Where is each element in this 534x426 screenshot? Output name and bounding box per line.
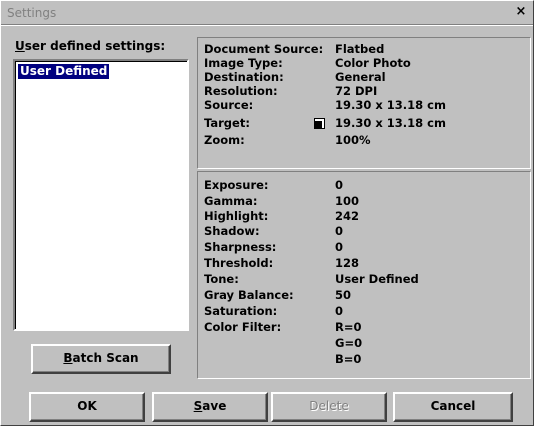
save-button-text: ave <box>202 399 227 413</box>
threshold-value: 128 <box>335 256 360 270</box>
exposure-value: 0 <box>335 178 344 192</box>
user-settings-list[interactable]: User Defined <box>13 59 189 331</box>
title-separator <box>1 24 533 26</box>
gray-balance-value: 50 <box>335 288 352 302</box>
delete-button[interactable]: Delete <box>271 392 387 422</box>
tone-label: Tone: <box>204 272 239 286</box>
destination-label: Destination: <box>204 70 284 84</box>
save-button-accel: S <box>193 399 203 413</box>
target-label: Target: <box>204 116 250 130</box>
gray-balance-label: Gray Balance: <box>204 288 294 302</box>
highlight-value: 242 <box>335 209 360 223</box>
threshold-label: Threshold: <box>204 256 274 270</box>
image-type-value: Color Photo <box>335 56 411 70</box>
source-label: Source: <box>204 98 254 112</box>
sharpness-value: 0 <box>335 240 344 254</box>
cancel-button[interactable]: Cancel <box>393 392 513 422</box>
highlight-label: Highlight: <box>204 209 269 223</box>
document-source-value: Flatbed <box>335 42 385 56</box>
batch-scan-button[interactable]: Batch Scan <box>31 344 171 374</box>
adjustments-panel: Exposure: 0 Gamma: 100 Highlight: 242 Sh… <box>197 171 531 379</box>
destination-value: General <box>335 70 386 84</box>
user-defined-settings-label-text: ser defined settings: <box>24 39 166 53</box>
close-icon[interactable]: × <box>513 5 529 19</box>
user-defined-settings-label-accel: U <box>15 39 25 53</box>
link-icon[interactable] <box>314 118 325 129</box>
batch-scan-button-text: atch Scan <box>72 351 139 365</box>
zoom-label: Zoom: <box>204 133 245 147</box>
color-filter-g-value: G=0 <box>335 336 363 350</box>
shadow-value: 0 <box>335 224 344 238</box>
window-title: Settings <box>7 6 57 20</box>
resolution-value: 72 DPI <box>335 84 378 98</box>
target-value: 19.30 x 13.18 cm <box>335 116 446 130</box>
save-button[interactable]: Save <box>152 392 268 422</box>
color-filter-r-value: R=0 <box>335 320 362 334</box>
resolution-label: Resolution: <box>204 84 278 98</box>
exposure-label: Exposure: <box>204 178 269 192</box>
title-bar: Settings × <box>3 3 531 23</box>
gamma-value: 100 <box>335 194 360 208</box>
sharpness-label: Sharpness: <box>204 240 277 254</box>
source-value: 19.30 x 13.18 cm <box>335 98 446 112</box>
color-filter-b-value: B=0 <box>335 352 362 366</box>
user-defined-settings-label: User defined settings: <box>15 39 165 53</box>
color-filter-label: Color Filter: <box>204 320 282 334</box>
tone-value: User Defined <box>335 272 419 286</box>
shadow-label: Shadow: <box>204 224 260 238</box>
document-source-label: Document Source: <box>204 42 324 56</box>
image-type-label: Image Type: <box>204 56 283 70</box>
list-item[interactable]: User Defined <box>16 63 111 80</box>
ok-button[interactable]: OK <box>29 392 145 422</box>
batch-scan-button-accel: B <box>63 351 73 365</box>
saturation-label: Saturation: <box>204 304 278 318</box>
document-info-panel: Document Source: Flatbed Image Type: Col… <box>197 37 531 169</box>
zoom-value: 100% <box>335 133 371 147</box>
saturation-value: 0 <box>335 304 344 318</box>
gamma-label: Gamma: <box>204 194 258 208</box>
settings-dialog: Settings × User defined settings: User D… <box>0 0 534 426</box>
